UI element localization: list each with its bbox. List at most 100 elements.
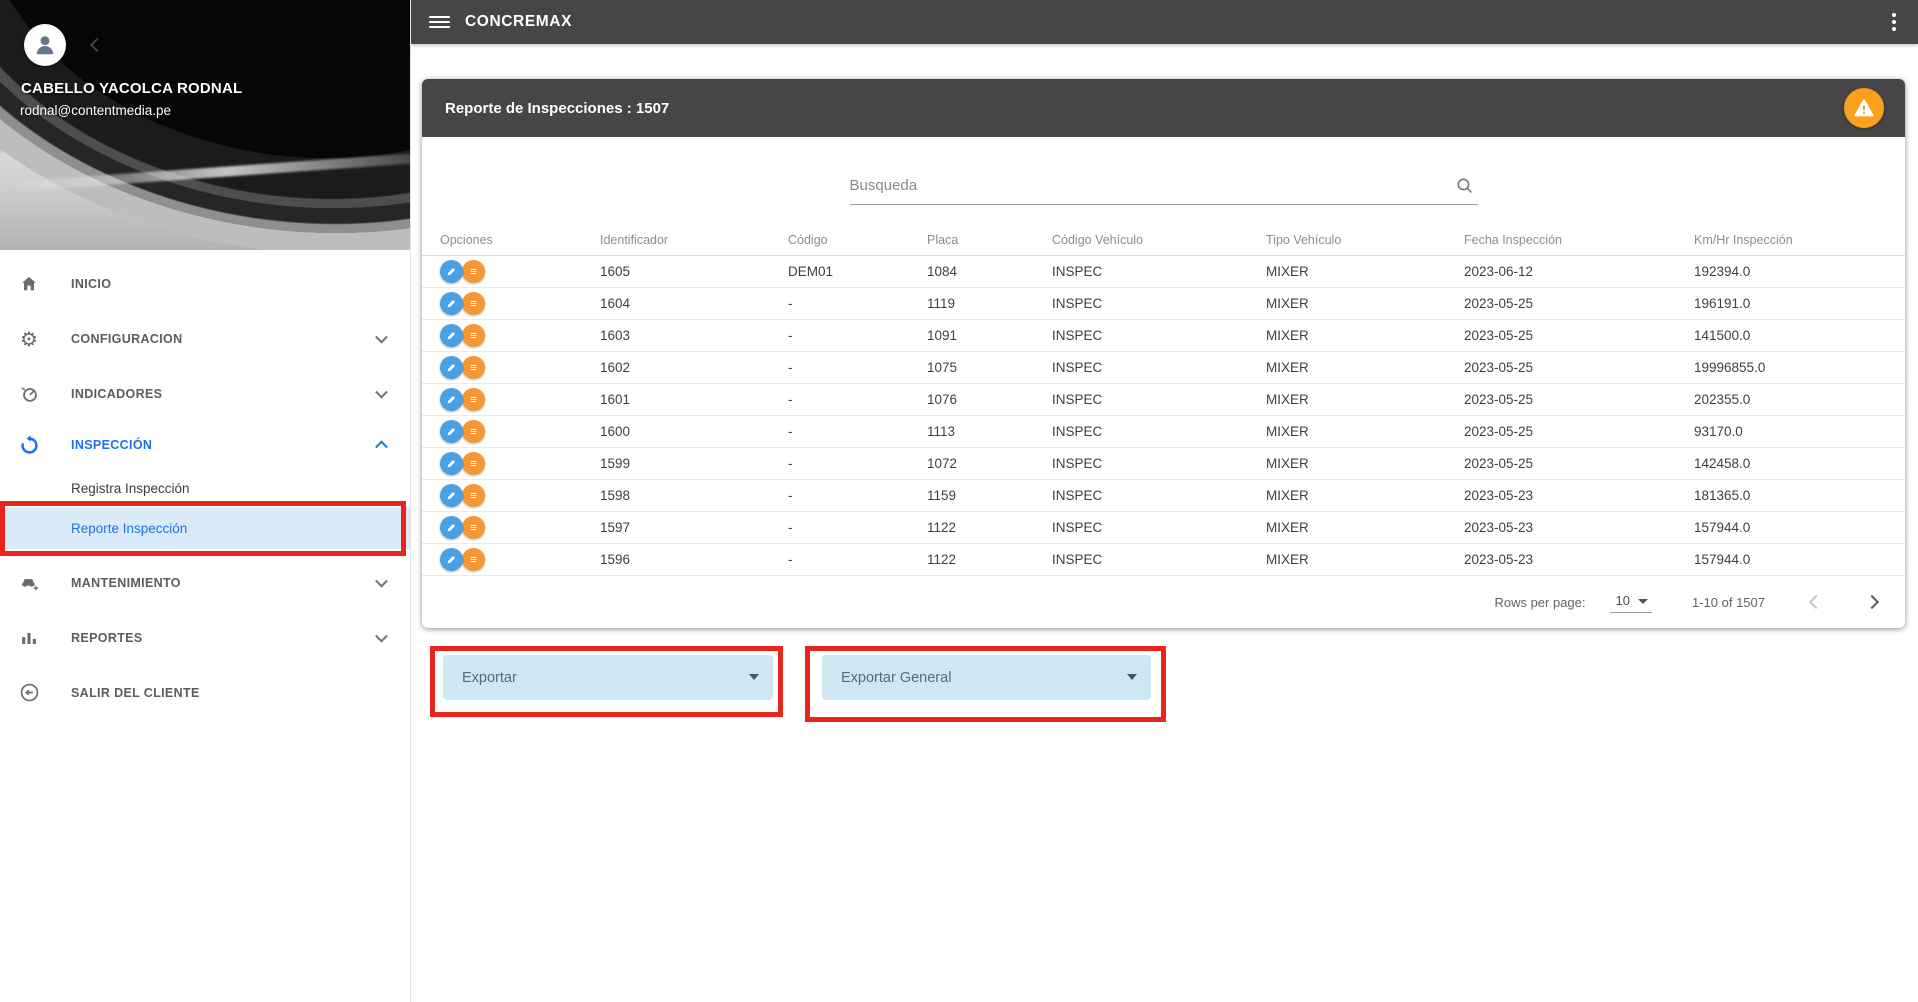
topbar: CONCREMAX	[411, 0, 1918, 44]
cell-identificador: 1602	[600, 360, 631, 375]
cell-codigo-vehiculo: INSPEC	[1052, 520, 1103, 535]
bar-chart-icon	[17, 626, 41, 650]
edit-button[interactable]	[440, 452, 463, 475]
sidebar-item-configuracion[interactable]: ⚙ CONFIGURACION	[0, 311, 410, 366]
exportar-dropdown[interactable]: Exportar	[443, 655, 773, 700]
cell-identificador: 1600	[600, 424, 631, 439]
table-row: 1600 - 1113 INSPEC MIXER 2023-05-25 9317…	[422, 416, 1905, 448]
list-icon	[470, 524, 477, 531]
edit-button[interactable]	[440, 324, 463, 347]
details-button[interactable]	[462, 516, 485, 539]
avatar	[24, 24, 66, 66]
edit-button[interactable]	[440, 292, 463, 315]
edit-button[interactable]	[440, 260, 463, 283]
list-icon	[470, 268, 477, 275]
cell-placa: 1076	[927, 392, 958, 407]
details-button[interactable]	[462, 484, 485, 507]
cell-codigo-vehiculo: INSPEC	[1052, 264, 1103, 279]
gear-icon: ⚙	[20, 326, 38, 351]
details-button[interactable]	[462, 324, 485, 347]
app-title: CONCREMAX	[465, 13, 573, 30]
table-row: 1599 - 1072 INSPEC MIXER 2023-05-25 1424…	[422, 448, 1905, 480]
chevron-down-icon	[375, 330, 388, 344]
row-actions	[440, 356, 600, 379]
car-icon	[17, 571, 41, 595]
next-page-button[interactable]	[1864, 594, 1880, 610]
table-row: 1605 DEM01 1084 INSPEC MIXER 2023-06-12 …	[422, 256, 1905, 288]
details-button[interactable]	[462, 452, 485, 475]
pencil-icon	[447, 460, 455, 468]
rows-per-page-select[interactable]: 10	[1609, 591, 1652, 613]
cell-codigo-vehiculo: INSPEC	[1052, 552, 1103, 567]
details-button[interactable]	[462, 388, 485, 411]
cell-km-hr-inspeccion: 181365.0	[1694, 488, 1751, 503]
list-icon	[470, 428, 477, 435]
exportar-general-dropdown[interactable]: Exportar General	[822, 655, 1151, 700]
cell-codigo: -	[788, 360, 793, 375]
pencil-icon	[447, 268, 455, 276]
edit-button[interactable]	[440, 516, 463, 539]
cell-fecha-inspeccion: 2023-05-23	[1464, 552, 1534, 567]
more-options-icon[interactable]	[1892, 10, 1896, 34]
cell-codigo-vehiculo: INSPEC	[1052, 296, 1103, 311]
logout-icon	[17, 681, 41, 705]
search-input[interactable]	[849, 167, 1430, 204]
pencil-icon	[447, 556, 455, 564]
sidebar-nav: INICIO ⚙ CONFIGURACION INDICADORES INSPE…	[0, 256, 410, 720]
search-icon[interactable]	[1454, 175, 1476, 197]
cell-tipo-vehiculo: MIXER	[1266, 552, 1309, 567]
pencil-icon	[447, 524, 455, 532]
cell-identificador: 1604	[600, 296, 631, 311]
sidebar-item-inicio[interactable]: INICIO	[0, 256, 410, 311]
cell-tipo-vehiculo: MIXER	[1266, 392, 1309, 407]
sidebar-subitem-label: Reporte Inspección	[71, 520, 188, 536]
pencil-icon	[447, 332, 455, 340]
row-actions	[440, 516, 600, 539]
cell-tipo-vehiculo: MIXER	[1266, 520, 1309, 535]
cell-placa: 1072	[927, 456, 958, 471]
edit-button[interactable]	[440, 388, 463, 411]
row-actions	[440, 324, 600, 347]
sidebar-item-inspeccion[interactable]: INSPECCIÓN	[0, 421, 410, 469]
edit-button[interactable]	[440, 420, 463, 443]
cell-tipo-vehiculo: MIXER	[1266, 328, 1309, 343]
cell-tipo-vehiculo: MIXER	[1266, 360, 1309, 375]
cell-km-hr-inspeccion: 196191.0	[1694, 296, 1751, 311]
details-button[interactable]	[462, 420, 485, 443]
sidebar-item-salir-del-cliente[interactable]: SALIR DEL CLIENTE	[0, 665, 410, 720]
list-icon	[470, 556, 477, 563]
column-header-placa: Placa	[927, 233, 959, 247]
row-actions	[440, 260, 600, 283]
details-button[interactable]	[462, 292, 485, 315]
details-button[interactable]	[462, 260, 485, 283]
caret-down-icon	[1127, 674, 1137, 680]
sidebar-item-mantenimiento[interactable]: MANTENIMIENTO	[0, 555, 410, 610]
sidebar-subitem-reporte-inspeccion[interactable]: Reporte Inspección	[0, 507, 410, 549]
pencil-icon	[447, 364, 455, 372]
report-title: Reporte de Inspecciones : 1507	[445, 99, 670, 117]
pencil-icon	[447, 492, 455, 500]
cell-km-hr-inspeccion: 141500.0	[1694, 328, 1751, 343]
cell-identificador: 1599	[600, 456, 631, 471]
edit-button[interactable]	[440, 548, 463, 571]
cell-fecha-inspeccion: 2023-05-23	[1464, 520, 1534, 535]
chevron-down-icon	[375, 385, 388, 399]
cell-fecha-inspeccion: 2023-05-25	[1464, 296, 1534, 311]
warning-button[interactable]	[1844, 88, 1884, 128]
sidebar-item-reportes[interactable]: REPORTES	[0, 610, 410, 665]
cell-codigo: -	[788, 392, 793, 407]
user-name: CABELLO YACOLCA RODNAL	[21, 80, 243, 97]
details-button[interactable]	[462, 356, 485, 379]
details-button[interactable]	[462, 548, 485, 571]
sidebar-item-indicadores[interactable]: INDICADORES	[0, 366, 410, 421]
previous-page-button[interactable]	[1808, 594, 1824, 610]
sidebar-item-label: INDICADORES	[71, 386, 163, 401]
pencil-icon	[447, 396, 455, 404]
sidebar-subitem-registra-inspeccion[interactable]: Registra Inspección	[0, 469, 410, 507]
menu-icon[interactable]	[429, 13, 450, 31]
edit-button[interactable]	[440, 356, 463, 379]
edit-button[interactable]	[440, 484, 463, 507]
cell-codigo: -	[788, 328, 793, 343]
sidebar-item-label: REPORTES	[71, 630, 143, 645]
cell-km-hr-inspeccion: 93170.0	[1694, 424, 1743, 439]
